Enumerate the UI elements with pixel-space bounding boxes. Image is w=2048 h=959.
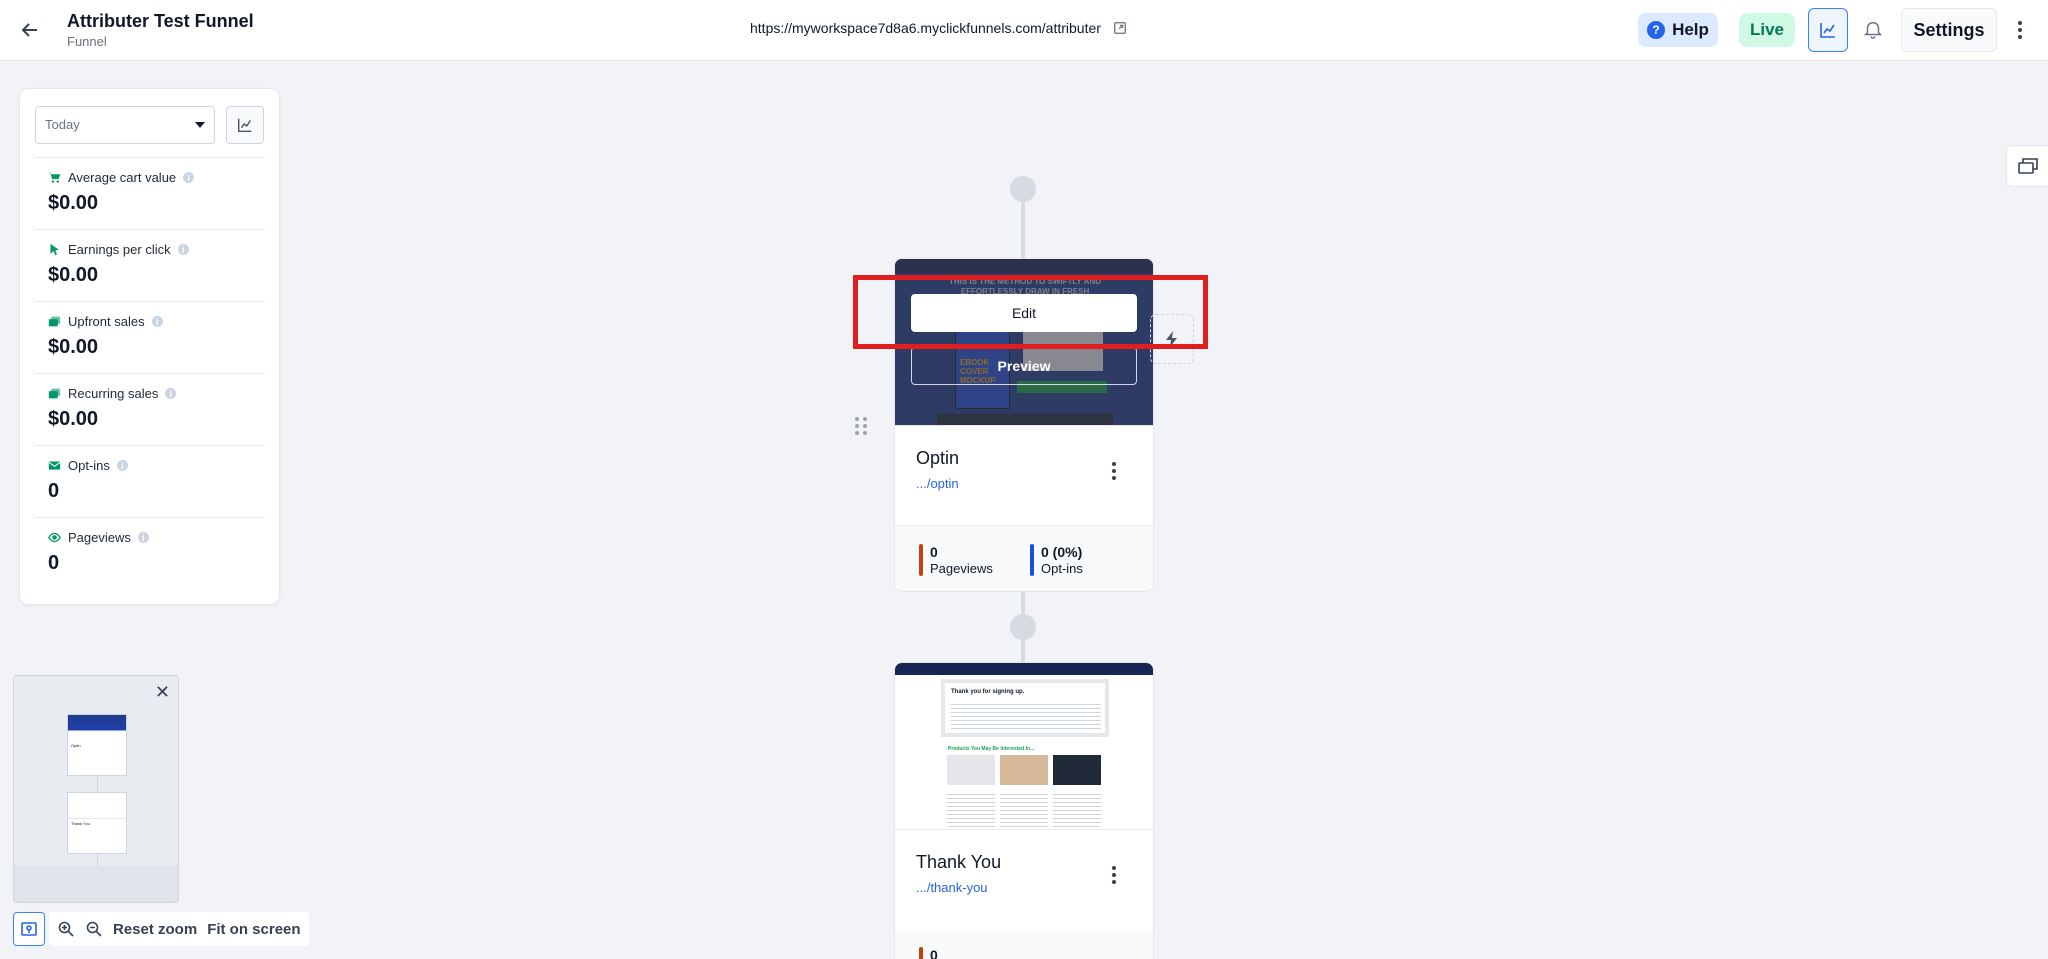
caret-down-icon [195, 122, 205, 128]
cursor-icon [50, 243, 59, 256]
info-icon[interactable]: i [183, 172, 195, 183]
stat-opt-ins: 0 (0%) Opt-ins [1030, 544, 1083, 577]
top-bar: Attributer Test Funnel Funnel https://my… [0, 0, 2048, 61]
metric-opt-ins: Opt-ins i 0 [35, 445, 265, 517]
connector-line [1021, 182, 1025, 260]
minimap-viewport [14, 866, 178, 902]
bell-icon[interactable] [1862, 18, 1884, 40]
side-panel-toggle[interactable] [2006, 145, 2048, 187]
metric-value: $0.00 [48, 192, 99, 214]
analytics-toggle-button[interactable] [1808, 8, 1848, 52]
preview-page-button[interactable]: Preview [911, 347, 1137, 385]
drag-handle-icon[interactable] [855, 417, 867, 435]
metric-value: 0 [48, 552, 60, 574]
external-link-icon[interactable] [1113, 21, 1127, 35]
metric-value: $0.00 [48, 408, 99, 430]
eye-icon [48, 532, 61, 543]
zoom-toolbar: Reset zoom Fit on screen [13, 912, 309, 946]
help-label: Help [1672, 20, 1709, 39]
info-icon[interactable]: i [116, 460, 128, 471]
cards-icon [2017, 158, 2038, 174]
metric-label: Recurring sales [68, 386, 159, 401]
step-stats: 0 Pageviews 0 (0%) Opt-ins [895, 525, 1153, 591]
chart-icon [237, 118, 252, 133]
metric-label: Average cart value [68, 170, 177, 185]
info-icon[interactable]: i [151, 316, 163, 327]
stats-panel: Today Average cart value i $0.00 Earning… [19, 88, 280, 605]
close-icon[interactable]: ✕ [155, 682, 170, 703]
date-range-value: Today [45, 117, 80, 132]
funnel-url: https://myworkspace7d8a6.myclickfunnels.… [750, 20, 1127, 36]
metric-label: Earnings per click [68, 242, 171, 257]
help-button[interactable]: ? Help [1638, 13, 1718, 47]
info-icon[interactable]: i [177, 244, 189, 255]
date-range-select[interactable]: Today [35, 106, 215, 144]
zoom-out-icon[interactable] [85, 920, 103, 938]
settings-button[interactable]: Settings [1901, 8, 1997, 52]
map-icon [21, 922, 37, 936]
reset-zoom-button[interactable]: Reset zoom [113, 921, 197, 938]
metric-label: Pageviews [68, 530, 131, 545]
metric-average-cart-value: Average cart value i $0.00 [35, 157, 265, 229]
zoom-in-icon[interactable] [57, 920, 75, 938]
cart-icon [48, 172, 61, 183]
metric-value: 0 [48, 480, 60, 502]
fit-on-screen-button[interactable]: Fit on screen [207, 921, 300, 938]
step-menu-icon[interactable] [1110, 866, 1118, 886]
page-thumbnail: Thank you for signing up. Products You M… [895, 663, 1153, 829]
money-icon [48, 316, 61, 327]
step-name: Thank You [916, 852, 1002, 872]
metric-recurring-sales: Recurring sales i $0.00 [35, 373, 265, 445]
step-menu-icon[interactable] [1110, 462, 1118, 482]
more-options-icon[interactable] [2012, 18, 2028, 42]
stat-pageviews: 0 [919, 947, 938, 959]
metric-value: $0.00 [48, 336, 99, 358]
step-path-link[interactable]: .../optin [916, 476, 959, 491]
funnel-title-block: Attributer Test Funnel Funnel [67, 10, 254, 51]
metric-value: $0.00 [48, 264, 99, 286]
funnel-step-card-thank-you: Thank you for signing up. Products You M… [894, 662, 1154, 959]
funnel-subtitle: Funnel [67, 34, 107, 49]
live-badge[interactable]: Live [1739, 13, 1795, 47]
funnel-url-text[interactable]: https://myworkspace7d8a6.myclickfunnels.… [750, 20, 1101, 36]
mail-icon [48, 461, 61, 470]
metric-label: Opt-ins [68, 458, 110, 473]
minimap-toggle-button[interactable] [13, 912, 45, 946]
highlight-box [853, 275, 1208, 349]
money-icon [48, 388, 61, 399]
funnel-title: Attributer Test Funnel [67, 11, 254, 31]
step-stats: 0 [895, 931, 1153, 959]
info-icon[interactable]: i [165, 388, 177, 399]
step-path-link[interactable]: .../thank-you [916, 880, 988, 895]
minimap-step: Optin [67, 714, 127, 776]
metric-label: Upfront sales [68, 314, 145, 329]
metric-upfront-sales: Upfront sales i $0.00 [35, 301, 265, 373]
minimap-step: Thank You [67, 792, 127, 854]
step-name: Optin [916, 448, 960, 468]
stats-chart-button[interactable] [226, 106, 264, 144]
back-arrow-icon[interactable] [18, 18, 42, 42]
chart-icon [1820, 23, 1835, 38]
minimap[interactable]: ✕ Optin Thank You [13, 675, 179, 903]
metric-earnings-per-click: Earnings per click i $0.00 [35, 229, 265, 301]
metric-pageviews: Pageviews i 0 [35, 517, 265, 589]
info-icon[interactable]: i [137, 532, 149, 543]
help-icon: ? [1647, 21, 1666, 39]
connector-node[interactable] [1010, 614, 1036, 640]
stat-pageviews: 0 Pageviews [919, 544, 993, 577]
